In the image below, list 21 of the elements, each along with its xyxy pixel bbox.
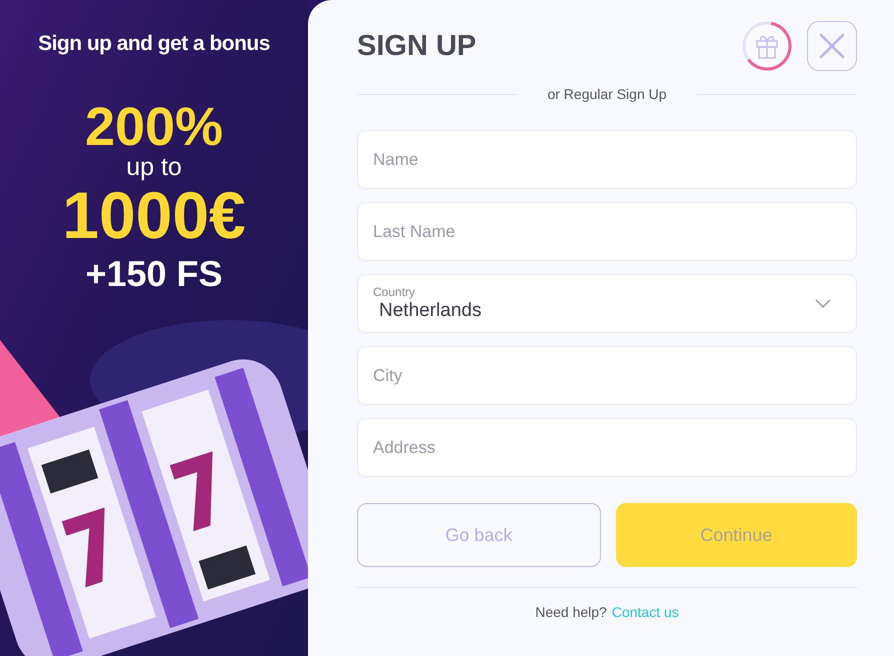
up-to-text: up to: [126, 154, 182, 180]
close-icon: [819, 33, 845, 59]
text-field[interactable]: City: [357, 346, 857, 405]
text-field[interactable]: Name: [357, 130, 857, 189]
close-button[interactable]: [807, 21, 857, 71]
field-label: Country: [373, 284, 416, 298]
text-field[interactable]: Last Name: [357, 202, 857, 261]
promo-heading: Sign up and get a bonus: [38, 31, 270, 57]
bonus-amount: 1000€: [62, 180, 246, 250]
divider-text: or Regular Sign Up: [547, 85, 667, 104]
select-value: Netherlands: [378, 298, 482, 322]
bonus-percent: 200%: [84, 100, 224, 154]
text-field[interactable]: Address: [357, 418, 857, 477]
gift-icon: [756, 36, 778, 59]
signup-title: SIGN UP: [357, 29, 476, 64]
chevron-down-icon: [815, 298, 831, 308]
free-spins-text: +150 FS: [85, 254, 223, 294]
help-text: Need help?: [535, 603, 607, 622]
contact-link[interactable]: Contact us: [612, 602, 679, 623]
country-select[interactable]: Country Netherlands: [357, 274, 857, 333]
go-back-button[interactable]: Go back: [357, 503, 600, 567]
